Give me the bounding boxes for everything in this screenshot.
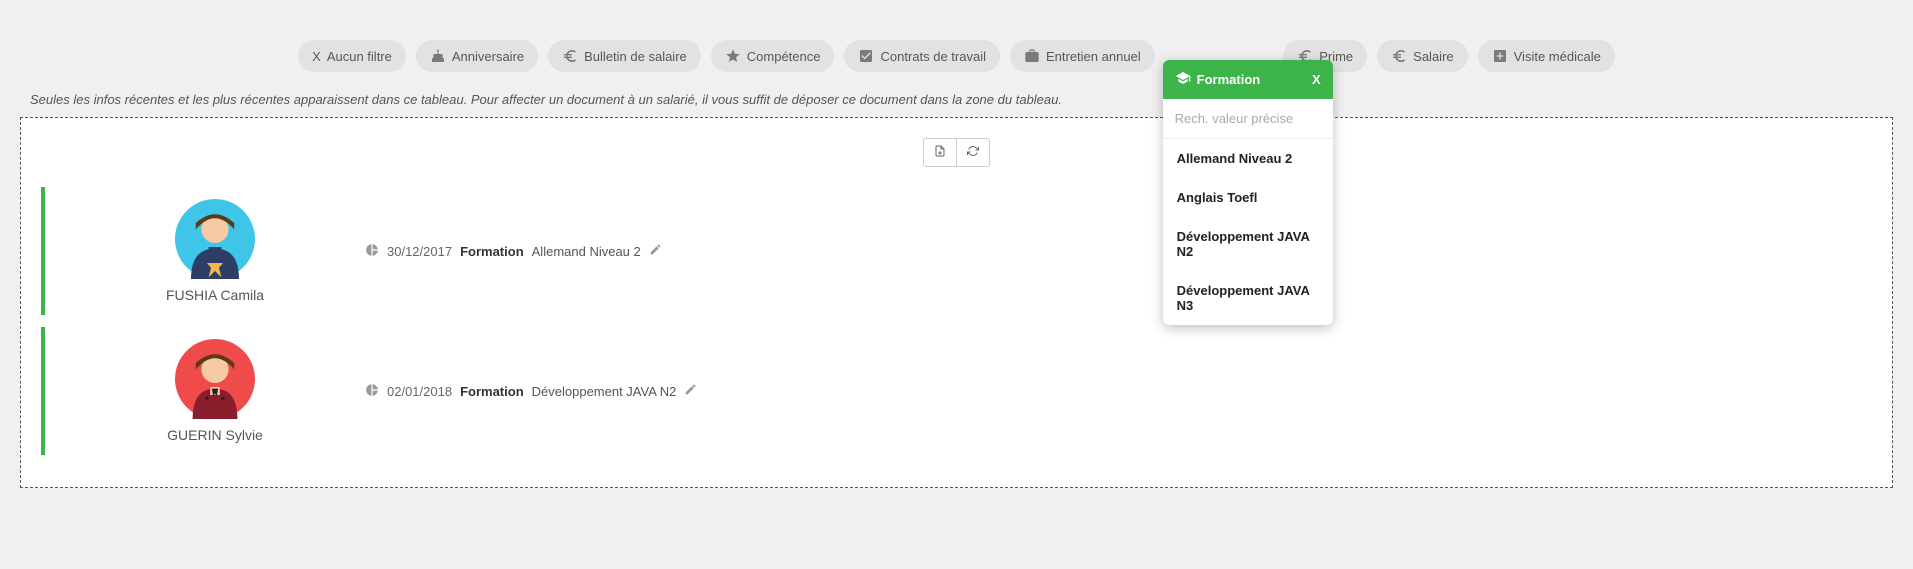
filter-label: Bulletin de salaire <box>584 49 687 64</box>
row-category: Formation <box>460 384 524 399</box>
filter-chip-contrats[interactable]: Contrats de travail <box>844 40 1000 72</box>
filter-chip-anniversaire[interactable]: Anniversaire <box>416 40 538 72</box>
euro-icon <box>562 48 578 64</box>
filter-chip-salaire[interactable]: Salaire <box>1377 40 1467 72</box>
avatar <box>175 199 255 279</box>
row-date: 30/12/2017 <box>387 244 452 259</box>
refresh-button[interactable] <box>956 138 990 167</box>
dropdown-option[interactable]: Anglais Toefl <box>1163 178 1333 217</box>
person-name: GUERIN Sylvie <box>65 427 365 443</box>
edit-icon[interactable] <box>649 243 662 259</box>
x-icon: X <box>312 49 321 64</box>
dropdown-header: Formation X <box>1163 60 1333 99</box>
person-cell: FUSHIA Camila <box>65 199 365 303</box>
medical-icon <box>1492 48 1508 64</box>
row-details: 30/12/2017 Formation Allemand Niveau 2 <box>365 243 1852 260</box>
filter-label: Contrats de travail <box>880 49 986 64</box>
row-value: Développement JAVA N2 <box>532 384 677 399</box>
dropdown-close-button[interactable]: X <box>1312 72 1321 87</box>
row-details: 02/01/2018 Formation Développement JAVA … <box>365 383 1852 400</box>
dropdown-option[interactable]: Allemand Niveau 2 <box>1163 139 1333 178</box>
filter-chip-entretien[interactable]: Entretien annuel <box>1010 40 1155 72</box>
cake-icon <box>430 48 446 64</box>
row-date: 02/01/2018 <box>387 384 452 399</box>
row-category: Formation <box>460 244 524 259</box>
filter-label: Visite médicale <box>1514 49 1601 64</box>
filter-label: Entretien annuel <box>1046 49 1141 64</box>
table-toolbar <box>41 138 1872 167</box>
table-area: FUSHIA Camila 30/12/2017 Formation Allem… <box>20 117 1893 488</box>
avatar <box>175 339 255 419</box>
refresh-icon <box>967 145 979 160</box>
person-cell: GUERIN Sylvie <box>65 339 365 443</box>
filter-chip-bulletin[interactable]: Bulletin de salaire <box>548 40 701 72</box>
pie-chart-icon <box>365 243 379 260</box>
pie-chart-icon <box>365 383 379 400</box>
filter-label: Aucun filtre <box>327 49 392 64</box>
filter-chip-visite[interactable]: Visite médicale <box>1478 40 1615 72</box>
export-button[interactable] <box>923 138 956 167</box>
info-text: Seules les infos récentes et les plus ré… <box>0 92 1913 117</box>
table-row: FUSHIA Camila 30/12/2017 Formation Allem… <box>41 187 1872 315</box>
filter-chip-competence[interactable]: Compétence <box>711 40 835 72</box>
row-value: Allemand Niveau 2 <box>532 244 641 259</box>
graduation-icon <box>1175 70 1191 89</box>
filter-label: Anniversaire <box>452 49 524 64</box>
filter-label: Compétence <box>747 49 821 64</box>
dropdown-option[interactable]: Développement JAVA N2 <box>1163 217 1333 271</box>
dropdown-title: Formation <box>1197 72 1261 87</box>
filter-chip-formation-anchor: Formation Formation X Allemand Niveau 2 … <box>1165 40 1274 72</box>
formation-dropdown: Formation X Allemand Niveau 2 Anglais To… <box>1163 60 1333 325</box>
person-name: FUSHIA Camila <box>65 287 365 303</box>
briefcase-icon <box>1024 48 1040 64</box>
filter-bar: X Aucun filtre Anniversaire Bulletin de … <box>0 0 1913 92</box>
table-row: GUERIN Sylvie 02/01/2018 Formation Dével… <box>41 327 1872 455</box>
document-check-icon <box>858 48 874 64</box>
euro-icon <box>1391 48 1407 64</box>
filter-label: Salaire <box>1413 49 1453 64</box>
document-arrow-icon <box>934 145 946 160</box>
edit-icon[interactable] <box>684 383 697 399</box>
dropdown-search-input[interactable] <box>1163 99 1333 139</box>
filter-chip-none[interactable]: X Aucun filtre <box>298 40 406 72</box>
dropdown-option[interactable]: Développement JAVA N3 <box>1163 271 1333 325</box>
star-icon <box>725 48 741 64</box>
